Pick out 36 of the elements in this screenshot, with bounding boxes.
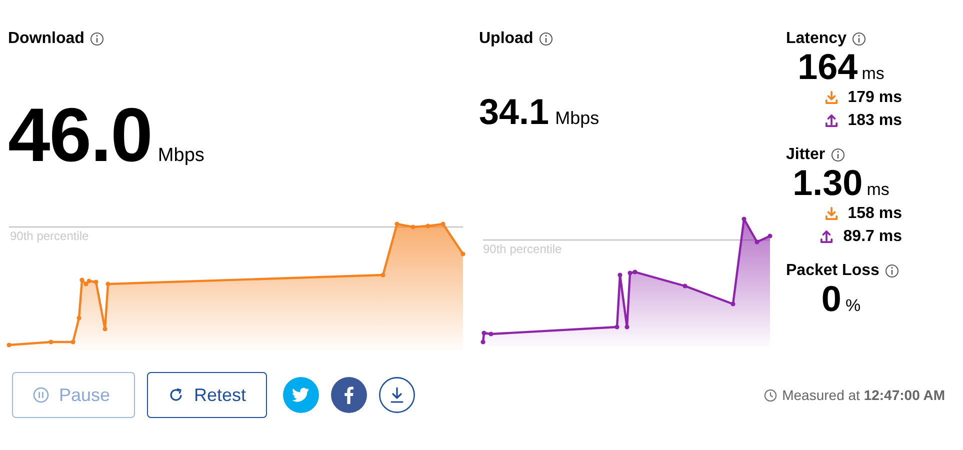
download-button[interactable] bbox=[379, 377, 416, 413]
retest-button[interactable]: Retest bbox=[147, 372, 268, 418]
twitter-share-button[interactable] bbox=[283, 377, 320, 413]
info-icon[interactable] bbox=[831, 148, 846, 162]
info-icon[interactable] bbox=[885, 264, 900, 278]
detail-value: 89.7 ms bbox=[843, 228, 902, 246]
stat-unit: ms bbox=[862, 64, 884, 84]
metric-label: Jitter bbox=[786, 146, 826, 164]
stat-unit: ms bbox=[866, 180, 890, 200]
info-icon[interactable] bbox=[852, 32, 866, 46]
detail-value: 183 ms bbox=[848, 112, 902, 130]
detail-value: 158 ms bbox=[848, 204, 902, 222]
info-icon[interactable] bbox=[539, 32, 554, 46]
pause-icon bbox=[33, 387, 49, 403]
stat-value: 164 bbox=[798, 48, 858, 86]
metric-label: Latency bbox=[786, 30, 846, 48]
speed-value: 34.1 bbox=[479, 92, 550, 132]
clock-icon bbox=[764, 388, 778, 402]
speed-value: 46.0 bbox=[8, 96, 152, 176]
stat-unit: % bbox=[845, 296, 861, 316]
download-arrow-icon bbox=[824, 91, 838, 104]
info-icon[interactable] bbox=[90, 32, 104, 46]
stat-value: 1.30 bbox=[792, 164, 863, 202]
metric-label: Upload bbox=[479, 30, 534, 48]
metric-label: Download bbox=[8, 30, 84, 48]
stat-value: 0 bbox=[821, 280, 842, 318]
measured-time: Measured at 12:47:00 AM bbox=[782, 387, 945, 403]
upload-arrow-icon bbox=[824, 114, 838, 127]
speed-unit: Mbps bbox=[158, 145, 204, 167]
metric-label: Packet Loss bbox=[786, 262, 880, 280]
detail-value: 179 ms bbox=[848, 88, 902, 106]
refresh-icon bbox=[168, 387, 184, 403]
speed-unit: Mbps bbox=[555, 108, 600, 129]
facebook-share-button[interactable] bbox=[331, 377, 368, 413]
upload-arrow-icon bbox=[820, 230, 834, 243]
download-arrow-icon bbox=[824, 207, 838, 220]
